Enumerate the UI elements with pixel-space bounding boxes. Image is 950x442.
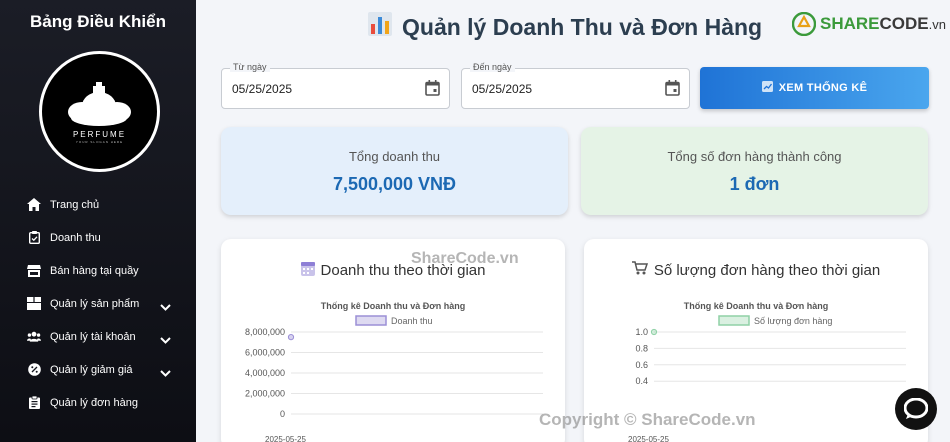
legend-label: Số lượng đơn hàng [754, 316, 832, 326]
sidebar-item-revenue[interactable]: Doanh thu [0, 221, 196, 254]
y-tick-label: 0.4 [635, 376, 648, 386]
sidebar-menu: Trang chủ Doanh thu Bán hàng tại quầy Qu… [0, 188, 196, 419]
legend-swatch [355, 315, 387, 326]
sidebar-item-label: Quản lý tài khoản [50, 330, 136, 343]
revenue-chart-title-text: Doanh thu theo thời gian [320, 262, 486, 279]
calendar-icon [300, 261, 315, 280]
revenue-chart-card: Doanh thu theo thời gian Thống kê Doanh … [221, 239, 565, 442]
bar-chart-icon [368, 12, 392, 42]
sidebar-title: Bảng Điều Khiển [29, 12, 166, 31]
sidebar-item-label: Trang chủ [50, 198, 100, 211]
to-date-label: Đến ngày [470, 62, 515, 72]
to-date-input[interactable] [472, 82, 652, 96]
orders-chart-title-text: Số lượng đơn hàng theo thời gian [653, 261, 881, 279]
store-icon [27, 264, 41, 278]
orders-chart-card: Số lượng đơn hàng theo thời gian Thống k… [584, 239, 928, 442]
perfume-bottle-icon [68, 82, 131, 126]
y-tick-label: 0 [280, 409, 285, 419]
home-icon [27, 198, 41, 212]
total-revenue-card: Tổng doanh thu 7,500,000 VNĐ [221, 127, 568, 215]
total-orders-card: Tổng số đơn hàng thành công 1 đơn [581, 127, 928, 215]
chat-button[interactable] [895, 388, 937, 430]
sidebar-item-home[interactable]: Trang chủ [0, 188, 196, 221]
chat-icon [904, 398, 928, 419]
y-tick-label: 0.6 [635, 360, 648, 370]
logo-word: PERFUME [72, 130, 127, 139]
discount-icon [27, 363, 41, 377]
view-stats-label: XEM THỐNG KÊ [778, 82, 868, 94]
chevron-down-icon[interactable] [160, 331, 171, 349]
total-orders-value: 1 đơn [729, 174, 780, 194]
calendar-icon[interactable] [665, 80, 680, 101]
chevron-down-icon[interactable] [160, 298, 171, 316]
sidebar-item-label: Quản lý đơn hàng [50, 396, 138, 409]
sidebar-item-accounts[interactable]: Quản lý tài khoản [0, 320, 196, 353]
sidebar-item-label: Quản lý giảm giá [50, 363, 133, 376]
users-icon [27, 330, 41, 344]
data-point [287, 334, 295, 341]
calendar-icon[interactable] [425, 80, 440, 101]
chart-title: Thống kê Doanh thu và Đơn hàng [321, 301, 465, 311]
from-date-label: Từ ngày [230, 62, 270, 72]
sidebar-item-products[interactable]: Quản lý sản phẩm [0, 287, 196, 320]
sidebar-item-pos[interactable]: Bán hàng tại quầy [0, 254, 196, 287]
sidebar-item-label: Bán hàng tại quầy [50, 264, 139, 277]
page-title: Quản lý Doanh Thu và Đơn Hàng [368, 12, 762, 42]
y-tick-label: 8,000,000 [245, 327, 285, 337]
sharecode-name: SHARECODE.vn [820, 14, 946, 33]
total-orders-label: Tổng số đơn hàng thành công [667, 149, 842, 164]
y-tick-label: 1.0 [635, 327, 648, 337]
logo-tagline: YOUR SLOGAN HERE [75, 140, 124, 144]
main-content: Quản lý Doanh Thu và Đơn Hàng SHARECODE.… [196, 0, 950, 442]
total-revenue-value: 7,500,000 VNĐ [332, 174, 457, 194]
legend-swatch [718, 315, 750, 326]
page-title-text: Quản lý Doanh Thu và Đơn Hàng [402, 13, 763, 40]
y-tick-label: 4,000,000 [245, 368, 285, 378]
revenue-chart: Thống kê Doanh thu và Đơn hàng Doanh thu 0… [245, 301, 543, 442]
revenue-chart-title: Doanh thu theo thời gian [221, 261, 565, 280]
view-stats-button[interactable]: XEM THỐNG KÊ [700, 67, 929, 109]
y-tick-label: 0.8 [635, 343, 648, 353]
chevron-down-icon[interactable] [160, 364, 171, 382]
sharecode-brand[interactable]: SHARECODE.vn [792, 12, 946, 36]
sidebar-item-discounts[interactable]: Quản lý giảm giá [0, 353, 196, 386]
recycle-logo-icon [792, 12, 816, 36]
from-date-field[interactable]: Từ ngày [221, 62, 450, 109]
brand-logo[interactable]: PERFUME YOUR SLOGAN HERE [39, 51, 160, 172]
y-tick-label: 2,000,000 [245, 389, 285, 399]
box-icon [27, 297, 41, 311]
chart-up-icon [761, 81, 773, 95]
orders-chart: Thống kê Doanh thu và Đơn hàng Số lượng đ… [628, 301, 906, 442]
data-point [650, 328, 658, 336]
x-tick-label: 2025-05-25 [628, 435, 669, 442]
sidebar: Bảng Điều Khiển PERFUME YOUR SLOGAN HERE… [0, 0, 196, 442]
from-date-input[interactable] [232, 82, 412, 96]
sidebar-item-label: Doanh thu [50, 231, 101, 244]
sidebar-item-orders[interactable]: Quản lý đơn hàng [0, 386, 196, 419]
sidebar-item-label: Quản lý sản phẩm [50, 297, 140, 310]
total-revenue-label: Tổng doanh thu [348, 149, 441, 164]
y-tick-label: 6,000,000 [245, 348, 285, 358]
clipboard-list-icon [27, 396, 41, 410]
x-tick-label: 2025-05-25 [265, 435, 306, 442]
clipboard-check-icon [27, 231, 41, 245]
orders-chart-title: Số lượng đơn hàng theo thời gian [584, 261, 928, 279]
chart-title: Thống kê Doanh thu và Đơn hàng [684, 301, 828, 311]
cart-icon [631, 261, 648, 279]
to-date-field[interactable]: Đến ngày [461, 62, 690, 109]
legend-label: Doanh thu [391, 316, 433, 326]
